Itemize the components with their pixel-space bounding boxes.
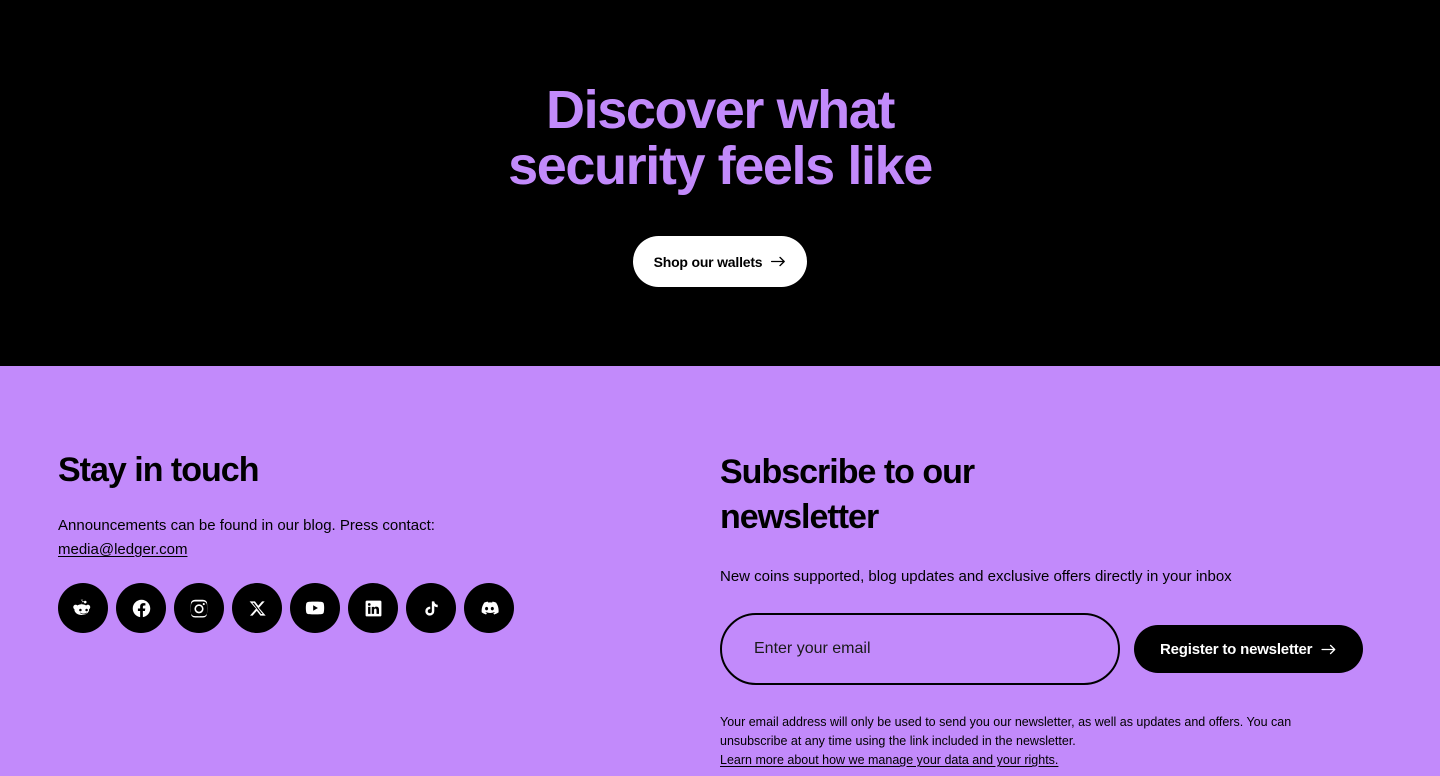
register-to-newsletter-label: Register to newsletter	[1160, 640, 1313, 658]
linkedin-icon	[364, 599, 383, 618]
register-to-newsletter-button[interactable]: Register to newsletter	[1134, 625, 1364, 673]
social-link-instagram[interactable]	[174, 583, 224, 633]
newsletter-email-input[interactable]	[720, 613, 1120, 685]
newsletter-title: Subscribe to our newsletter	[720, 450, 1050, 540]
reddit-icon	[72, 598, 94, 619]
social-link-reddit[interactable]	[58, 583, 108, 633]
social-link-x[interactable]	[232, 583, 282, 633]
shop-our-wallets-label: Shop our wallets	[653, 253, 763, 270]
social-link-discord[interactable]	[464, 583, 514, 633]
social-links-row	[58, 583, 658, 633]
newsletter-column: Subscribe to our newsletter New coins su…	[720, 450, 1410, 770]
hero-section: Discover what security feels like Shop o…	[0, 0, 1440, 366]
newsletter-form: Register to newsletter	[720, 613, 1410, 685]
instagram-icon	[189, 598, 209, 618]
social-link-youtube[interactable]	[290, 583, 340, 633]
newsletter-subtitle: New coins supported, blog updates and ex…	[720, 568, 1232, 585]
discord-icon	[479, 598, 500, 619]
footer-section: Stay in touch Announcements can be found…	[0, 366, 1440, 776]
hero-title-line-2: security feels like	[508, 136, 933, 196]
newsletter-title-line-2: newsletter	[720, 498, 879, 536]
newsletter-title-line-1: Subscribe to our	[720, 453, 975, 491]
hero-title: Discover what security feels like	[0, 82, 1440, 194]
social-link-tiktok[interactable]	[406, 583, 456, 633]
x-twitter-icon	[248, 599, 267, 618]
newsletter-legal-text: Your email address will only be used to …	[720, 715, 1292, 748]
shop-our-wallets-button[interactable]: Shop our wallets	[633, 236, 807, 287]
press-contact-email-link[interactable]: media@ledger.com	[58, 538, 187, 562]
tiktok-icon	[422, 599, 441, 618]
facebook-icon	[131, 598, 152, 619]
hero-title-line-1: Discover what	[546, 80, 895, 140]
newsletter-privacy-link[interactable]: Learn more about how we manage your data…	[720, 751, 1058, 770]
arrow-right-icon	[1321, 644, 1337, 655]
youtube-icon	[304, 597, 326, 619]
stay-in-touch-description: Announcements can be found in our blog. …	[58, 517, 435, 534]
page-root: Discover what security feels like Shop o…	[0, 0, 1440, 776]
stay-in-touch-column: Stay in touch Announcements can be found…	[58, 450, 658, 633]
social-link-facebook[interactable]	[116, 583, 166, 633]
social-link-linkedin[interactable]	[348, 583, 398, 633]
arrow-right-icon	[771, 256, 786, 267]
stay-in-touch-title: Stay in touch	[58, 451, 259, 489]
